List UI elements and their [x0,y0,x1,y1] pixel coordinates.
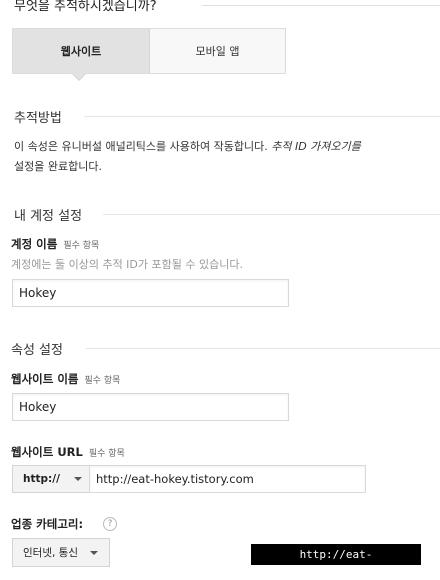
mobile-app-option-button[interactable]: 모바일 앱 [150,29,285,73]
heading-divider [202,5,440,6]
chevron-down-icon [89,550,98,555]
url-protocol-dropdown[interactable]: http:// [12,465,90,493]
website-option-button[interactable]: 웹사이트 [13,29,150,73]
tracking-type-toggle: 웹사이트 모바일 앱 [12,28,286,74]
website-url-label-text: 웹사이트 URL [11,445,83,459]
website-name-input[interactable]: Hokey [12,393,289,421]
description-text-line2: 설정을 완료합니다. [14,160,102,173]
industry-category-dropdown[interactable]: 인터넷, 통신 [12,538,110,567]
industry-category-label: 업종 카테고리: [11,517,84,531]
help-icon[interactable]: ? [103,517,117,531]
property-settings-title: 속성 설정 [11,343,63,358]
property-settings-divider [86,348,440,349]
website-name-label: 웹사이트 이름 필수 항목 [11,371,120,387]
account-name-input[interactable]: Hokey [12,279,289,307]
website-name-label-text: 웹사이트 이름 [11,372,79,386]
website-url-input[interactable]: http://eat-hokey.tistory.com [89,465,366,493]
required-badge: 필수 항목 [88,449,125,459]
tracking-method-description: 이 속성은 유니버설 애널리틱스를 사용하여 작동합니다. 추적 ID 가져오기… [14,137,440,177]
account-settings-title: 내 계정 설정 [14,209,83,224]
watermark-label: http://eat-hokey.tistory.com [251,544,421,580]
account-settings-divider [103,214,440,215]
tracking-method-title: 추적방법 [14,111,62,126]
website-url-label: 웹사이트 URL 필수 항목 [11,444,125,460]
account-name-label: 계정 이름 필수 항목 [11,236,99,252]
get-tracking-id-link[interactable]: 추적 ID 가져오기를 [271,140,361,153]
chevron-down-icon [73,477,82,481]
description-text: 이 속성은 유니버설 애널리틱스를 사용하여 작동합니다. [14,140,272,153]
required-badge: 필수 항목 [84,376,121,386]
required-badge: 필수 항목 [63,241,100,251]
selected-indicator [72,73,86,80]
account-name-label-text: 계정 이름 [11,237,58,251]
tracking-method-divider [84,116,440,117]
page-heading: 무엇을 추적하시겠습니까? [14,0,157,14]
industry-category-value: 인터넷, 통신 [23,547,78,559]
account-name-help: 계정에는 둘 이상의 추적 ID가 포함될 수 있습니다. [11,258,243,271]
url-protocol-value: http:// [23,473,60,485]
